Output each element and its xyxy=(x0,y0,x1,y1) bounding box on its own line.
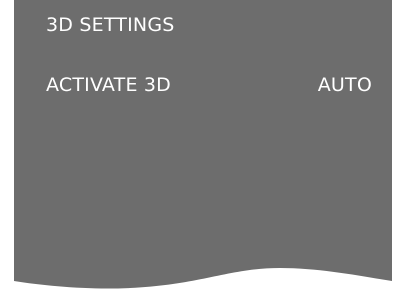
menu-panel-background xyxy=(14,0,392,289)
menu-item-activate-3d[interactable]: ACTIVATE 3D AUTO xyxy=(46,74,372,102)
menu-title: 3D SETTINGS xyxy=(46,14,175,36)
tv-menu-screen: 3D SETTINGS ACTIVATE 3D AUTO xyxy=(0,0,405,295)
menu-item-value[interactable]: AUTO xyxy=(318,74,372,96)
menu-item-label: ACTIVATE 3D xyxy=(46,74,172,96)
